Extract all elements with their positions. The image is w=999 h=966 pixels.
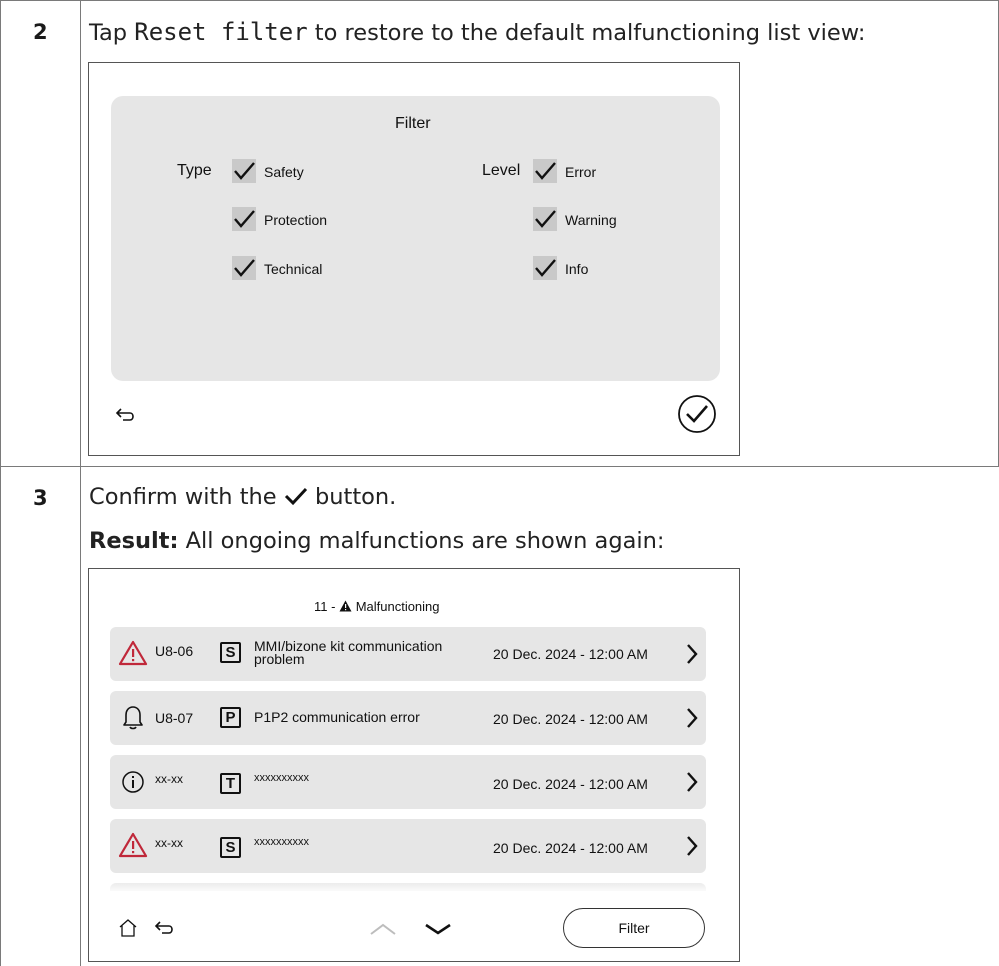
check-circle-icon[interactable] bbox=[677, 394, 717, 438]
checkbox-protection[interactable] bbox=[232, 207, 256, 231]
malfunction-code: xx-xx bbox=[155, 772, 183, 786]
chevron-right-icon bbox=[687, 836, 698, 856]
malfunction-row[interactable]: U8-06 S MMI/bizone kit communication pro… bbox=[110, 627, 706, 681]
description-line: xxxxxxxxxx bbox=[254, 836, 309, 848]
malfunction-code: U8-07 bbox=[155, 710, 194, 726]
malfunction-count: 11 bbox=[314, 599, 328, 614]
checkbox-error[interactable] bbox=[533, 159, 557, 183]
instruction-text: to restore to the default malfunctioning… bbox=[307, 20, 866, 46]
warning-triangle-icon bbox=[118, 640, 148, 666]
title-separator: - bbox=[327, 599, 340, 614]
checkbox-technical[interactable] bbox=[232, 256, 256, 280]
screen-title: 11 - Malfunctioning bbox=[314, 599, 440, 614]
description-line: P1P2 communication error bbox=[254, 709, 420, 725]
step-instruction: Confirm with the button. bbox=[89, 484, 396, 510]
description-line: xxxxxxxxxx bbox=[254, 772, 309, 784]
table-row-divider bbox=[0, 466, 999, 467]
filter-title: Filter bbox=[395, 115, 431, 132]
malfunction-date: 20 Dec. 2024 - 12:00 AM bbox=[493, 840, 648, 856]
warning-triangle-icon bbox=[118, 832, 148, 858]
malfunction-row-partial bbox=[110, 883, 706, 891]
bell-icon bbox=[123, 706, 143, 730]
step-number: 2 bbox=[33, 20, 48, 44]
info-circle-icon bbox=[122, 771, 144, 793]
home-icon[interactable] bbox=[118, 918, 138, 942]
type-badge: P bbox=[220, 707, 241, 728]
option-error-label: Error bbox=[565, 164, 597, 180]
checkbox-safety[interactable] bbox=[232, 159, 256, 183]
result-line: Result: All ongoing malfunctions are sho… bbox=[89, 528, 664, 554]
command-code: Reset filter bbox=[134, 18, 308, 46]
checkmark-icon bbox=[234, 210, 255, 228]
table-column-divider bbox=[80, 0, 81, 966]
checkmark-icon bbox=[535, 210, 556, 228]
chevron-down-icon[interactable] bbox=[424, 921, 452, 940]
back-arrow-icon[interactable] bbox=[115, 406, 137, 428]
back-arrow-icon[interactable] bbox=[154, 919, 176, 941]
type-badge: S bbox=[220, 642, 241, 663]
malfunction-code: xx-xx bbox=[155, 836, 183, 850]
checkmark-icon bbox=[535, 162, 556, 180]
checkmark-icon bbox=[284, 487, 307, 506]
chevron-right-icon bbox=[687, 708, 698, 728]
option-protection-label: Protection bbox=[264, 212, 328, 228]
malfunction-title: Malfunctioning bbox=[355, 599, 440, 614]
type-badge: T bbox=[220, 773, 241, 794]
table-row-divider bbox=[0, 0, 80, 1]
step-number: 3 bbox=[33, 486, 48, 510]
level-label: Level bbox=[482, 162, 521, 179]
option-safety-label: Safety bbox=[264, 164, 304, 180]
malfunction-description: MMI/bizone kit communication problem bbox=[254, 639, 442, 667]
malfunction-description: xxxxxxxxxx bbox=[254, 836, 309, 849]
type-badge: S bbox=[220, 837, 241, 858]
description-line: problem bbox=[254, 651, 305, 667]
table-border-top bbox=[80, 0, 999, 1]
instruction-text: Confirm with the bbox=[89, 484, 284, 510]
chevron-up-icon[interactable] bbox=[369, 921, 397, 940]
filter-panel bbox=[111, 96, 720, 381]
filter-button[interactable]: Filter bbox=[563, 908, 705, 948]
malfunction-screen: 11 - Malfunctioning U8-06 S MMI/bizone k… bbox=[88, 568, 740, 962]
malfunction-date: 20 Dec. 2024 - 12:00 AM bbox=[493, 646, 648, 662]
table-border-left bbox=[0, 0, 1, 966]
checkbox-warning[interactable] bbox=[533, 207, 557, 231]
instruction-table: 2 Tap Reset filter to restore to the def… bbox=[0, 0, 999, 966]
option-info-label: Info bbox=[565, 261, 589, 277]
checkmark-icon bbox=[234, 259, 255, 277]
malfunction-description: P1P2 communication error bbox=[254, 709, 420, 725]
result-text: All ongoing malfunctions are shown again… bbox=[178, 528, 665, 554]
instruction-text: button. bbox=[307, 484, 397, 510]
malfunction-description: xxxxxxxxxx bbox=[254, 772, 309, 785]
checkmark-icon bbox=[535, 259, 556, 277]
chevron-right-icon bbox=[687, 772, 698, 792]
chevron-right-icon bbox=[687, 644, 698, 664]
instruction-text: Tap bbox=[89, 20, 135, 46]
step-instruction: Tap Reset filter to restore to the defau… bbox=[89, 18, 866, 46]
malfunction-code: U8-06 bbox=[155, 643, 194, 659]
result-label: Result: bbox=[89, 528, 179, 554]
checkbox-info[interactable] bbox=[533, 256, 557, 280]
option-warning-label: Warning bbox=[565, 212, 617, 228]
option-technical-label: Technical bbox=[264, 261, 323, 277]
checkmark-icon bbox=[234, 162, 255, 180]
warning-small-icon bbox=[339, 600, 352, 612]
type-label: Type bbox=[177, 162, 212, 179]
filter-screen: Filter Type Level Safety Protection Tech… bbox=[88, 62, 740, 456]
malfunction-row[interactable]: U8-07 P P1P2 communication error 20 Dec.… bbox=[110, 691, 706, 745]
malfunction-date: 20 Dec. 2024 - 12:00 AM bbox=[493, 711, 648, 727]
malfunction-date: 20 Dec. 2024 - 12:00 AM bbox=[493, 776, 648, 792]
malfunction-row[interactable]: xx-xx T xxxxxxxxxx 20 Dec. 2024 - 12:00 … bbox=[110, 755, 706, 809]
malfunction-row[interactable]: xx-xx S xxxxxxxxxx 20 Dec. 2024 - 12:00 … bbox=[110, 819, 706, 873]
